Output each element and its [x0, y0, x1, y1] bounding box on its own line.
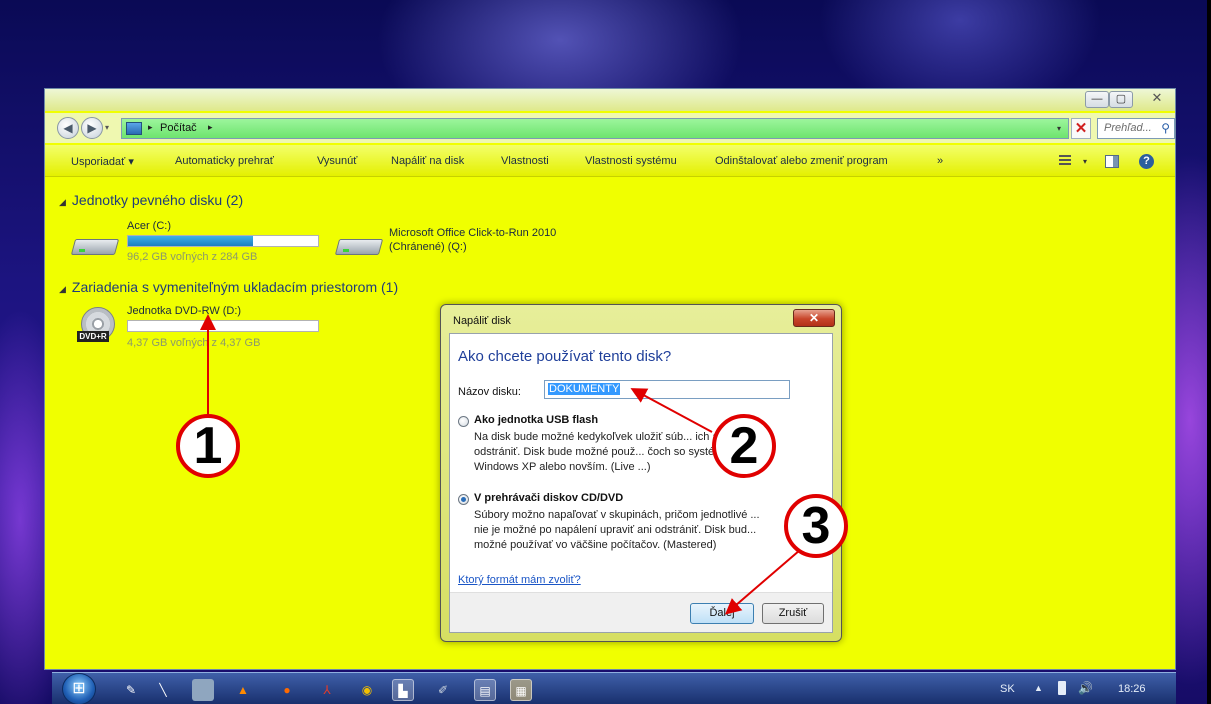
drive-name-d[interactable]: Jednotka DVD-RW (D:)	[127, 305, 241, 317]
disc-name-value: DOKUMENTY	[548, 383, 621, 395]
drive-name-q-line2[interactable]: (Chránené) (Q:)	[389, 241, 467, 253]
drive-name-c[interactable]: Acer (C:)	[127, 220, 171, 232]
drive-name-q[interactable]: Microsoft Office Click-to-Run 2010	[389, 227, 556, 239]
dvd-drive-icon[interactable]: DVD+R	[77, 307, 121, 343]
address-row: ◀ ▶ ▾ ▸ Počítač ▸ ▾ ✕ Prehľad... ⚲	[45, 113, 1175, 143]
pdf-icon[interactable]: ⅄	[316, 679, 338, 701]
clock[interactable]: 18:26	[1118, 683, 1146, 695]
search-input[interactable]: Prehľad... ⚲	[1097, 118, 1175, 139]
document-icon[interactable]	[192, 679, 214, 701]
drive-d-capacity-bar	[127, 320, 319, 332]
computer-icon	[126, 122, 142, 135]
cd-dvd-option-description: Súbory možno napaľovať v skupinách, prič…	[474, 509, 760, 551]
start-button[interactable]: ⊞	[62, 673, 96, 704]
disc-name-input[interactable]: DOKUMENTY	[544, 380, 790, 399]
recent-pages-dropdown-icon[interactable]: ▾	[105, 123, 109, 132]
volume-icon[interactable]: 🔊	[1078, 681, 1093, 695]
pen-icon[interactable]: ╲	[152, 679, 174, 701]
preview-pane-icon[interactable]	[1105, 155, 1119, 168]
format-help-link[interactable]: Ktorý formát mám zvoliť?	[458, 574, 581, 586]
forward-button[interactable]: ▶	[81, 117, 103, 139]
taskbar: ⊞ ✎ ╲ ▲ ● ⅄ ◉ ▙ ✐ ▤ ▦ SK ▲ 🔊 18:26	[52, 672, 1176, 704]
group-title: Zariadenia s vymeniteľným ukladacím prie…	[71, 279, 399, 295]
dialog-title: Napáliť disk	[453, 315, 511, 327]
callout-3: 3	[784, 494, 848, 558]
properties-button[interactable]: Vlastnosti	[501, 155, 549, 167]
address-dropdown-icon[interactable]: ▾	[1057, 124, 1061, 133]
search-placeholder: Prehľad...	[1104, 122, 1152, 134]
callout-1: 1	[176, 414, 240, 478]
title-bar[interactable]: — ▢ ✕	[45, 89, 1175, 111]
cd-dvd-player-radio[interactable]	[458, 494, 469, 505]
drive-d-free-space: 4,37 GB voľných z 4,37 GB	[127, 337, 261, 349]
maximize-button[interactable]: ▢	[1109, 91, 1133, 108]
cancel-button[interactable]: Zrušiť	[762, 603, 824, 624]
cd-dvd-option-title[interactable]: V prehrávači diskov CD/DVD	[474, 492, 623, 504]
minimize-button[interactable]: —	[1085, 91, 1109, 108]
usb-flash-radio[interactable]	[458, 416, 469, 427]
address-bar[interactable]: ▸ Počítač ▸	[121, 118, 1069, 139]
group-header-removable[interactable]: ◢ Zariadenia s vymeniteľným ukladacím pri…	[59, 279, 398, 295]
back-button[interactable]: ◀	[57, 117, 79, 139]
language-indicator[interactable]: SK	[1000, 683, 1015, 695]
breadcrumb-separator[interactable]: ▸	[148, 122, 153, 133]
battery-icon[interactable]	[1058, 681, 1066, 695]
collapse-arrow-icon[interactable]: ◢	[59, 284, 66, 294]
disc-burn-icon[interactable]: ▦	[510, 679, 532, 701]
eject-button[interactable]: Vysunúť	[317, 155, 357, 167]
usb-flash-option-title[interactable]: Ako jednotka USB flash	[474, 414, 598, 426]
breadcrumb-separator[interactable]: ▸	[208, 122, 213, 133]
burn-disc-dialog: Napáliť disk ✕ Ako chcete používať tento…	[440, 304, 842, 642]
organize-button[interactable]: Usporiadať ▾	[71, 155, 134, 168]
hard-drive-icon[interactable]	[70, 235, 120, 257]
disc-name-label: Názov disku:	[458, 386, 521, 398]
drive-c-capacity-bar	[127, 235, 319, 247]
dialog-body: Ako chcete používať tento disk? Názov di…	[449, 333, 833, 633]
view-options-dropdown-icon[interactable]: ▾	[1083, 157, 1087, 166]
dvd-badge: DVD+R	[77, 331, 109, 342]
search-icon[interactable]: ⚲	[1161, 121, 1170, 135]
system-properties-button[interactable]: Vlastnosti systému	[585, 155, 677, 167]
uninstall-program-button[interactable]: Odinštalovať alebo zmeniť program	[715, 155, 888, 167]
paint-icon[interactable]: ▙	[392, 679, 414, 701]
show-hidden-icons-icon[interactable]: ▲	[1034, 683, 1043, 693]
change-view-icon[interactable]	[1059, 153, 1077, 169]
pen-tool-icon[interactable]: ✎	[120, 679, 142, 701]
burn-to-disc-button[interactable]: Napáliť na disk	[391, 155, 464, 167]
help-icon[interactable]: ?	[1139, 154, 1154, 169]
dialog-heading: Ako chcete používať tento disk?	[458, 348, 672, 365]
callout-2: 2	[712, 414, 776, 478]
group-title: Jednotky pevného disku (2)	[71, 192, 244, 208]
autoplay-button[interactable]: Automaticky prehrať	[175, 155, 274, 167]
screen-edge	[1207, 0, 1211, 704]
vlc-icon[interactable]: ▲	[232, 679, 254, 701]
close-window-button[interactable]: ✕	[1137, 91, 1177, 108]
stop-icon[interactable]: ✕	[1071, 118, 1091, 139]
drive-c-free-space: 96,2 GB voľných z 284 GB	[127, 251, 258, 263]
explorer-icon[interactable]: ▤	[474, 679, 496, 701]
breadcrumb-computer[interactable]: Počítač	[160, 122, 197, 134]
dialog-footer: Ďalej Zrušiť	[450, 592, 832, 632]
more-commands-button[interactable]: »	[937, 155, 943, 167]
brush-icon[interactable]: ✐	[432, 679, 454, 701]
hard-drive-icon[interactable]	[334, 235, 384, 257]
collapse-arrow-icon[interactable]: ◢	[59, 197, 66, 207]
next-button[interactable]: Ďalej	[690, 603, 754, 624]
dialog-close-button[interactable]: ✕	[793, 309, 835, 327]
command-bar: Usporiadať ▾ Automaticky prehrať Vysunúť…	[45, 145, 1175, 177]
firefox-icon[interactable]: ●	[276, 679, 298, 701]
group-header-hard-disks[interactable]: ◢ Jednotky pevného disku (2)	[59, 192, 243, 208]
chrome-icon[interactable]: ◉	[356, 679, 378, 701]
